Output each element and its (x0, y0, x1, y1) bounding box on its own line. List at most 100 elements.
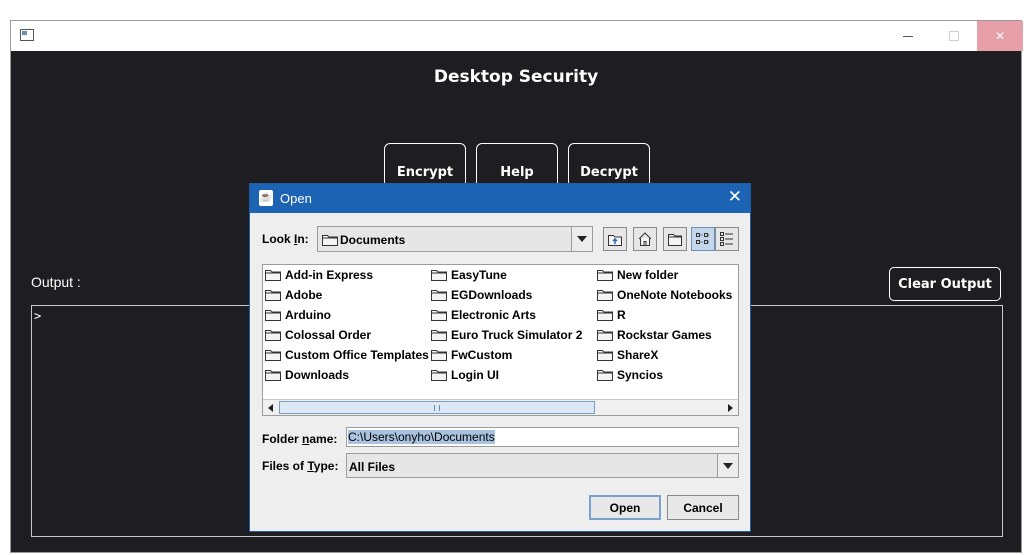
file-name: ShareX (617, 348, 659, 362)
up-folder-icon (608, 235, 622, 246)
maximize-button[interactable] (931, 21, 977, 51)
files-of-type-label: Files of Type: (262, 459, 339, 473)
home-button[interactable] (633, 227, 657, 251)
cancel-button[interactable]: Cancel (667, 495, 739, 520)
file-list-item[interactable]: Arduino (265, 306, 331, 324)
list-view-button[interactable] (691, 227, 715, 251)
file-list-item[interactable]: EasyTune (431, 266, 507, 284)
dialog-titlebar: ☕ Open ✕ (250, 184, 750, 213)
file-list-item[interactable]: Adobe (265, 286, 322, 304)
look-in-combo[interactable]: Documents (317, 226, 593, 252)
clear-output-button[interactable]: Clear Output (889, 267, 1001, 301)
chevron-down-icon[interactable] (717, 454, 738, 477)
folder-icon (265, 310, 281, 321)
folder-icon (265, 330, 281, 341)
file-name: Colossal Order (285, 328, 372, 342)
file-name: Arduino (285, 308, 331, 322)
file-list-item[interactable]: Login UI (431, 366, 499, 384)
maximize-icon (949, 31, 959, 41)
folder-icon (265, 350, 281, 361)
look-in-value: Documents (340, 233, 406, 247)
scroll-left-icon[interactable] (264, 401, 278, 414)
file-name: R (617, 308, 626, 322)
file-list-item[interactable]: Custom Office Templates (265, 346, 429, 364)
folder-icon (431, 330, 447, 341)
dialog-close-icon[interactable]: ✕ (728, 187, 742, 207)
close-button[interactable]: ✕ (977, 21, 1023, 51)
file-list-item[interactable]: R (597, 306, 626, 324)
details-view-icon (720, 232, 733, 246)
home-icon (638, 232, 652, 246)
folder-icon (597, 310, 613, 321)
file-list-item[interactable]: Euro Truck Simulator 2 (431, 326, 582, 344)
file-list-item[interactable]: Electronic Arts (431, 306, 536, 324)
folder-icon (265, 270, 281, 281)
file-list-item[interactable]: Downloads (265, 366, 349, 384)
window-titlebar: ✕ (11, 21, 1023, 51)
file-list[interactable]: Syncios ShareX Rockstar Games R OneNote Note… (262, 264, 739, 416)
file-list-item[interactable]: Add-in Express (265, 266, 373, 284)
file-name: OneNote Notebooks (617, 288, 733, 302)
file-name: Login UI (451, 368, 499, 382)
folder-icon (597, 270, 613, 281)
file-name: Electronic Arts (451, 308, 536, 322)
folder-icon (597, 350, 613, 361)
open-dialog: ☕ Open ✕ Look In: Documents Syncios Share… (249, 183, 751, 532)
details-view-button[interactable] (715, 227, 739, 251)
file-list-item[interactable]: New folder (597, 266, 678, 284)
file-name: Add-in Express (285, 268, 374, 282)
folder-icon (431, 370, 447, 381)
dialog-title: Open (280, 191, 312, 206)
look-in-label: Look In: (262, 232, 309, 246)
folder-name-input[interactable]: C:\Users\onyho\Documents (346, 427, 739, 447)
folder-icon (265, 290, 281, 301)
folder-icon (597, 290, 613, 301)
file-list-item[interactable]: FwCustom (431, 346, 512, 364)
output-label: Output : (31, 274, 81, 290)
close-icon: ✕ (994, 29, 1006, 43)
scrollbar-thumb[interactable] (279, 401, 595, 414)
folder-icon (265, 370, 281, 381)
file-list-item[interactable]: ShareX (597, 346, 658, 364)
open-button[interactable]: Open (589, 495, 661, 520)
chevron-down-icon[interactable] (571, 227, 592, 251)
file-name: EGDownloads (451, 288, 533, 302)
list-view-icon (696, 233, 710, 244)
file-list-item[interactable]: Syncios (597, 366, 663, 384)
file-name: EasyTune (451, 268, 507, 282)
file-list-item[interactable]: EGDownloads (431, 286, 532, 304)
app-title: Desktop Security (433, 67, 599, 87)
folder-icon (322, 235, 338, 246)
folder-icon (431, 350, 447, 361)
up-one-level-button[interactable] (603, 227, 627, 251)
files-of-type-combo[interactable]: All Files (346, 453, 739, 478)
files-of-type-value: All Files (349, 460, 396, 474)
minimize-button[interactable] (885, 21, 931, 51)
minimize-icon (903, 35, 913, 37)
file-list-item[interactable]: OneNote Notebooks (597, 286, 732, 304)
folder-name-value: C:\Users\onyho\Documents (348, 430, 495, 444)
file-name: Rockstar Games (617, 328, 712, 342)
file-list-item[interactable]: Rockstar Games (597, 326, 712, 344)
file-name: Syncios (617, 368, 664, 382)
file-list-item[interactable]: Colossal Order (265, 326, 371, 344)
folder-icon (431, 290, 447, 301)
file-name: Custom Office Templates (285, 348, 429, 362)
file-name: New folder (617, 268, 679, 282)
horizontal-scrollbar[interactable] (263, 399, 738, 415)
new-folder-icon (668, 234, 682, 246)
scroll-right-icon[interactable] (723, 401, 737, 414)
folder-icon (431, 270, 447, 281)
java-cup-icon: ☕ (259, 190, 273, 206)
file-name: Adobe (285, 288, 323, 302)
folder-icon (597, 330, 613, 341)
folder-name-label: Folder name: (262, 432, 338, 446)
file-name: Downloads (285, 368, 350, 382)
folder-icon (597, 370, 613, 381)
output-text: > (34, 309, 42, 323)
folder-icon (431, 310, 447, 321)
file-name: Euro Truck Simulator 2 (451, 328, 583, 342)
new-folder-button[interactable] (663, 227, 687, 251)
file-name: FwCustom (451, 348, 513, 362)
app-window-icon (20, 29, 34, 41)
